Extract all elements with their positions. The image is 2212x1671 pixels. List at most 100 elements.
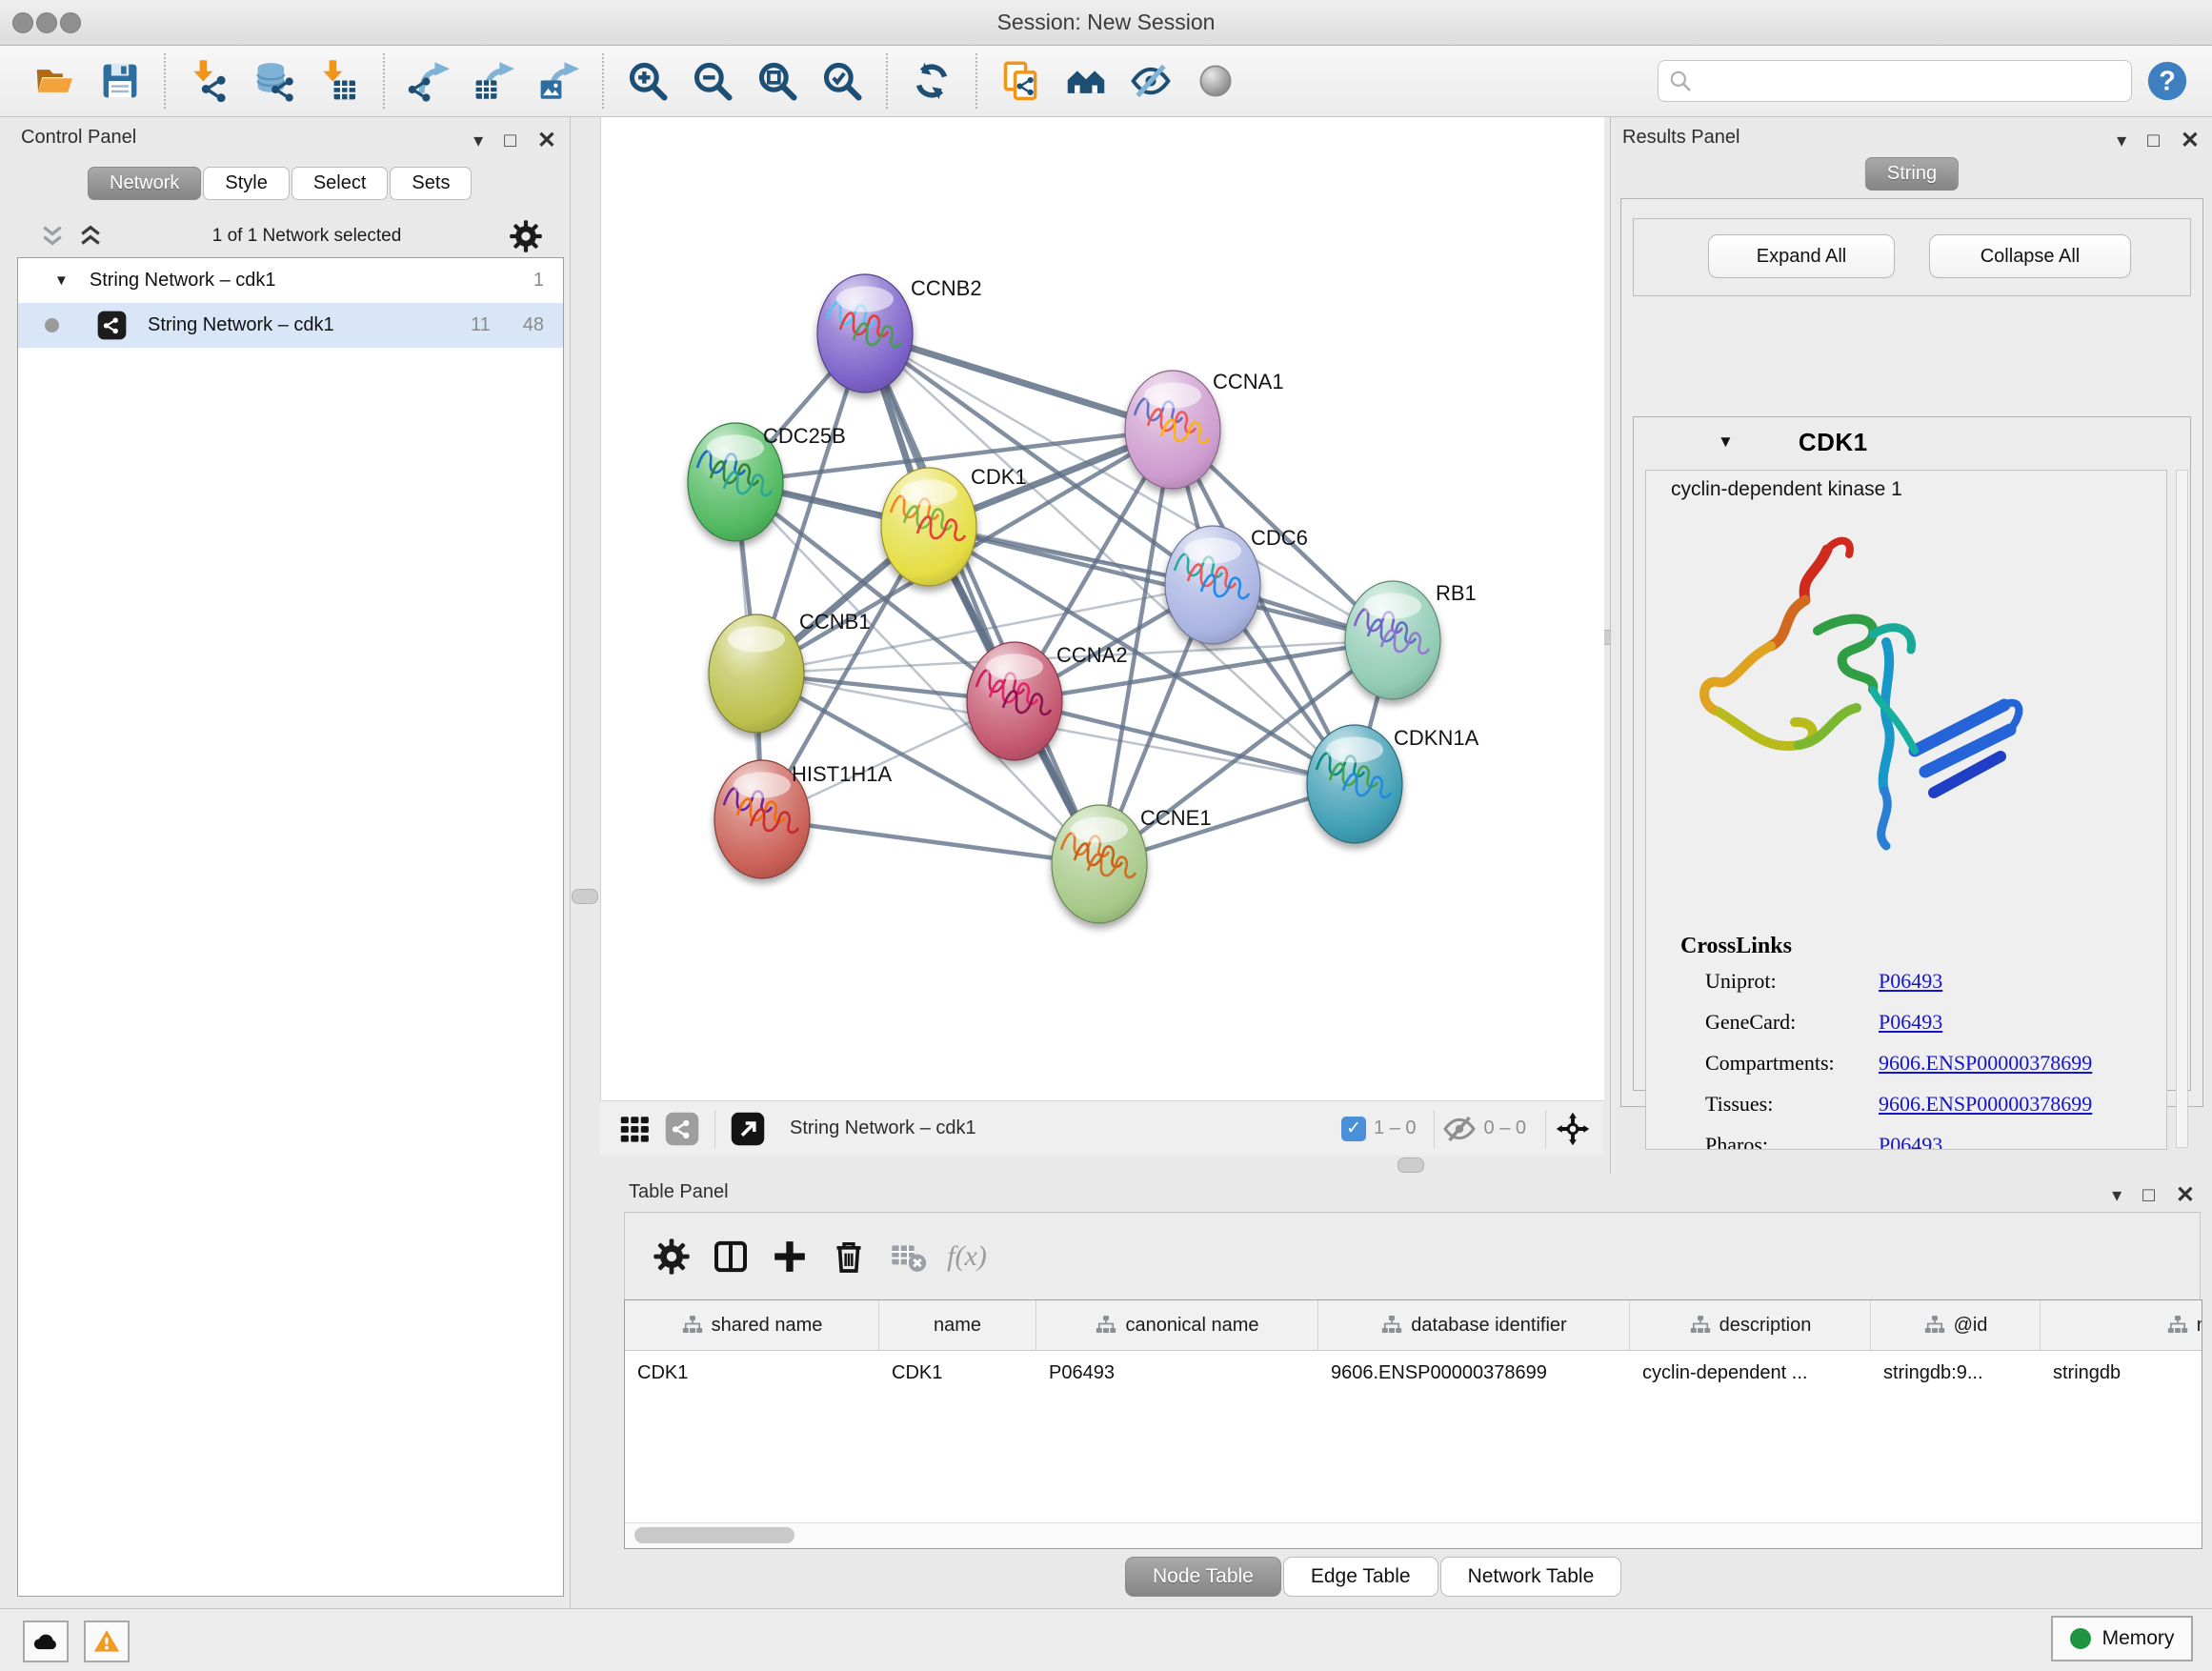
export-image-button[interactable]: [531, 52, 586, 110]
render-detail-button[interactable]: [1188, 52, 1243, 110]
panel-float-icon[interactable]: □: [2147, 130, 2160, 152]
tab-node-table[interactable]: Node Table: [1125, 1557, 1281, 1597]
panel-float-icon[interactable]: □: [2142, 1184, 2155, 1207]
node-label-CDC25B: CDC25B: [763, 424, 846, 448]
network-options-gear-icon[interactable]: [509, 219, 543, 253]
houses-icon: [1065, 60, 1107, 102]
table-row[interactable]: CDK1CDK1P064939606.ENSP00000378699cyclin…: [625, 1351, 2202, 1395]
scrollbar-thumb[interactable]: [634, 1527, 794, 1543]
detach-view-icon[interactable]: [731, 1112, 765, 1146]
column-header-canonical-name[interactable]: canonical name: [1036, 1300, 1318, 1350]
network-collection-row[interactable]: ▼ String Network – cdk1 1: [18, 258, 563, 303]
network-status-dot: [45, 318, 59, 332]
column-header-database-identifier[interactable]: database identifier: [1318, 1300, 1630, 1350]
birds-eye-view-icon[interactable]: [617, 1112, 652, 1146]
tab-network-table[interactable]: Network Table: [1440, 1557, 1622, 1597]
horizontal-splitter-handle[interactable]: [1398, 1158, 1424, 1173]
network-edge-CDK1-RB1[interactable]: [929, 527, 1393, 640]
column-header-shared-name[interactable]: shared name: [625, 1300, 879, 1350]
tab-edge-table[interactable]: Edge Table: [1283, 1557, 1438, 1597]
network-canvas[interactable]: CCNB2 CCNA1 CDC25B CDK1 CDC6 RB1 CCNB1 C…: [600, 117, 1604, 1100]
search-input[interactable]: [1693, 63, 2131, 99]
network-node-CCNB1[interactable]: [709, 614, 804, 733]
results-scrollbar[interactable]: [2176, 470, 2188, 1148]
panel-collapse-icon[interactable]: ▾: [473, 129, 483, 152]
save-session-button[interactable]: [92, 52, 148, 110]
open-file-button[interactable]: [28, 52, 83, 110]
tree-expander-icon[interactable]: ▼: [54, 272, 69, 289]
namespace-icon: [2166, 1314, 2189, 1337]
export-network-button[interactable]: [401, 52, 456, 110]
expand-all-button[interactable]: Expand All: [1708, 234, 1895, 278]
network-row-selected[interactable]: String Network – cdk1 11 48: [18, 303, 563, 348]
zoom-in-button[interactable]: [620, 52, 675, 110]
create-column-button[interactable]: [760, 1227, 819, 1286]
expand-all-icon[interactable]: [76, 222, 105, 251]
network-node-CDC6[interactable]: [1165, 526, 1260, 644]
application-window: Session: New Session ? Control Panel ▾ □…: [0, 0, 2212, 1671]
tab-style[interactable]: Style: [203, 167, 289, 200]
memory-button[interactable]: Memory: [2051, 1616, 2193, 1661]
crosslink-value-link[interactable]: 9606.ENSP00000378699: [1879, 1051, 2092, 1076]
tab-select[interactable]: Select: [292, 167, 389, 200]
show-hide-graphics-details-button[interactable]: [1123, 52, 1178, 110]
network-node-CCNB2[interactable]: [817, 274, 913, 393]
network-node-CCNE1[interactable]: [1052, 805, 1147, 923]
column-header-namespace[interactable]: namespace: [2041, 1300, 2202, 1350]
network-node-CDKN1A[interactable]: [1307, 725, 1402, 843]
show-columns-button[interactable]: [701, 1227, 760, 1286]
export-table-button[interactable]: [466, 52, 521, 110]
network-node-CCNA1[interactable]: [1125, 371, 1220, 489]
control-panel-window-controls: ▾ □ ✕: [473, 129, 556, 152]
pan-mode-icon[interactable]: [1556, 1112, 1590, 1146]
import-network-from-database-button[interactable]: [247, 52, 302, 110]
apply-preferred-layout-button[interactable]: [904, 52, 959, 110]
network-view-toolbar: String Network – cdk1 ✓ 1 – 0 0 – 0: [600, 1100, 1603, 1156]
first-neighbors-button[interactable]: [1058, 52, 1114, 110]
zoom-selected-region-button[interactable]: [814, 52, 870, 110]
import-network-from-file-button[interactable]: [182, 52, 237, 110]
table-toolbar: f(x): [624, 1212, 2201, 1299]
table-options-button[interactable]: [642, 1227, 701, 1286]
panel-close-icon[interactable]: ✕: [537, 131, 556, 151]
collapse-all-button[interactable]: Collapse All: [1929, 234, 2131, 278]
panel-close-icon[interactable]: ✕: [2176, 1186, 2195, 1205]
gene-section-header[interactable]: ▼ CDK1: [1634, 417, 2190, 467]
tab-string[interactable]: String: [1865, 157, 1959, 191]
panel-collapse-icon[interactable]: ▾: [2112, 1183, 2122, 1207]
network-node-CCNA2[interactable]: [967, 642, 1062, 760]
node-table: shared namenamecanonical namedatabase id…: [624, 1299, 2202, 1549]
search-box[interactable]: [1658, 60, 2132, 102]
network-node-RB1[interactable]: [1345, 581, 1440, 699]
network-edge-CCNB2-CCNE1[interactable]: [865, 333, 1099, 864]
crosslink-value-link[interactable]: P06493: [1879, 1010, 1942, 1035]
warnings-button[interactable]: [84, 1621, 130, 1662]
tab-sets[interactable]: Sets: [390, 167, 472, 200]
panel-close-icon[interactable]: ✕: [2181, 131, 2200, 151]
network-node-CDK1[interactable]: [881, 468, 976, 586]
zoom-fit-content-button[interactable]: [750, 52, 805, 110]
new-network-from-selection-button[interactable]: [994, 52, 1049, 110]
help-icon: ?: [2145, 59, 2189, 103]
column-header-name[interactable]: name: [879, 1300, 1036, 1350]
panel-float-icon[interactable]: □: [504, 130, 516, 152]
left-splitter-handle[interactable]: [572, 889, 598, 904]
network-edge-HIST1H1A-CCNE1[interactable]: [762, 819, 1099, 864]
column-header-description[interactable]: description: [1630, 1300, 1871, 1350]
export-network-icon: [408, 60, 450, 102]
help-button[interactable]: ?: [2145, 59, 2189, 103]
column-header-@id[interactable]: @id: [1871, 1300, 2041, 1350]
table-horizontal-scrollbar[interactable]: [625, 1522, 2202, 1548]
delete-column-button[interactable]: [819, 1227, 878, 1286]
crosslink-value-link[interactable]: 9606.ENSP00000378699: [1879, 1092, 2092, 1117]
cloud-status-button[interactable]: [23, 1621, 69, 1662]
zoom-out-button[interactable]: [685, 52, 740, 110]
collapse-all-icon[interactable]: [38, 222, 67, 251]
import-table-from-file-button[interactable]: [312, 52, 367, 110]
tab-network[interactable]: Network: [88, 167, 201, 200]
panel-collapse-icon[interactable]: ▾: [2117, 129, 2126, 152]
section-expander-icon[interactable]: ▼: [1718, 433, 1734, 452]
crosslink-value-link[interactable]: P06493: [1879, 1133, 1942, 1150]
selected-items-checkbox[interactable]: ✓: [1341, 1117, 1366, 1141]
crosslink-value-link[interactable]: P06493: [1879, 969, 1942, 994]
